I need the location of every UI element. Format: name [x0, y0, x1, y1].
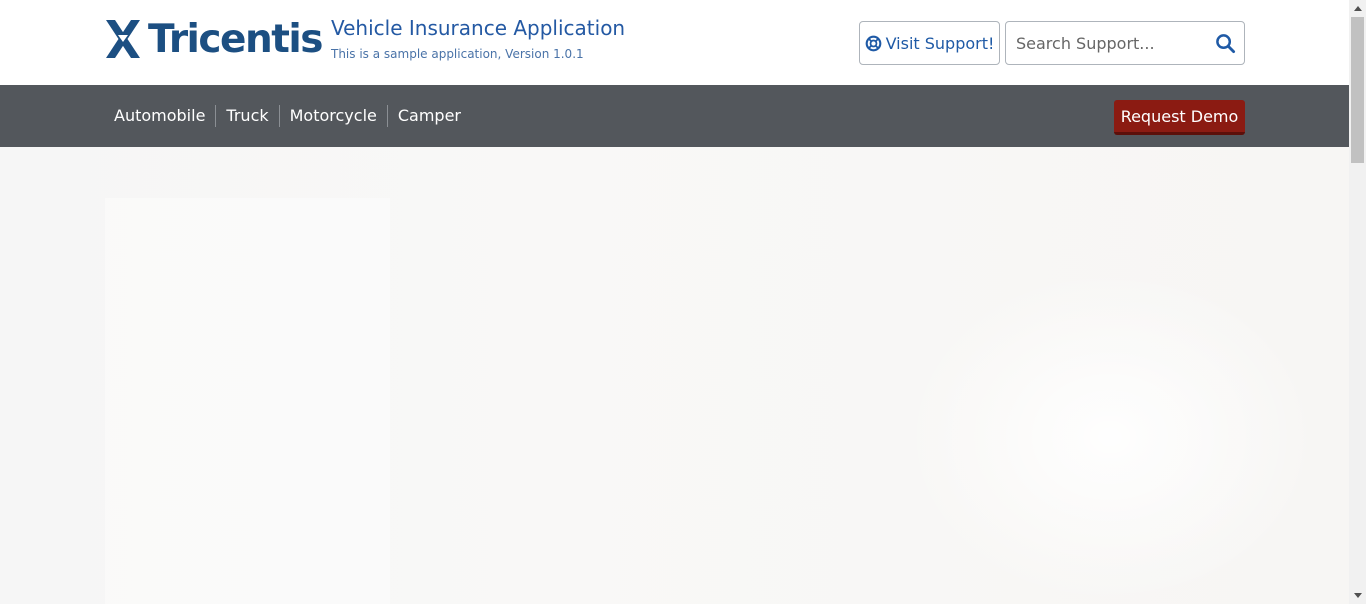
hero-background-image — [900, 267, 1320, 604]
hero-panel — [105, 198, 390, 604]
vertical-scrollbar[interactable] — [1349, 0, 1366, 604]
scroll-up-arrow[interactable] — [1349, 0, 1366, 17]
nav-item-motorcycle[interactable]: Motorcycle — [278, 105, 387, 127]
visit-support-button[interactable]: Visit Support! — [859, 21, 1000, 65]
search-icon[interactable] — [1215, 33, 1236, 54]
app-subtitle: This is a sample application, Version 1.… — [331, 47, 584, 61]
request-demo-button[interactable]: Request Demo — [1114, 100, 1245, 135]
nav-item-camper[interactable]: Camper — [386, 105, 471, 127]
scroll-thumb[interactable] — [1351, 17, 1364, 163]
navbar: Automobile Truck Motorcycle Camper Reque… — [0, 85, 1349, 147]
tricentis-logo[interactable]: Tricentis — [104, 17, 323, 62]
app-title: Vehicle Insurance Application — [331, 16, 626, 40]
search-box — [1005, 21, 1245, 65]
logo-wordmark: Tricentis — [148, 17, 323, 62]
scroll-down-arrow[interactable] — [1349, 587, 1366, 604]
nav-menu: Automobile Truck Motorcycle Camper — [104, 105, 471, 127]
nav-item-automobile[interactable]: Automobile — [104, 105, 215, 127]
hero-area — [0, 147, 1349, 604]
lifebuoy-icon — [865, 35, 881, 51]
tricentis-x-icon — [106, 20, 140, 58]
visit-support-label: Visit Support! — [885, 33, 995, 53]
search-input[interactable] — [1006, 22, 1206, 64]
header: Tricentis Vehicle Insurance Application … — [0, 0, 1349, 85]
nav-item-truck[interactable]: Truck — [215, 105, 278, 127]
